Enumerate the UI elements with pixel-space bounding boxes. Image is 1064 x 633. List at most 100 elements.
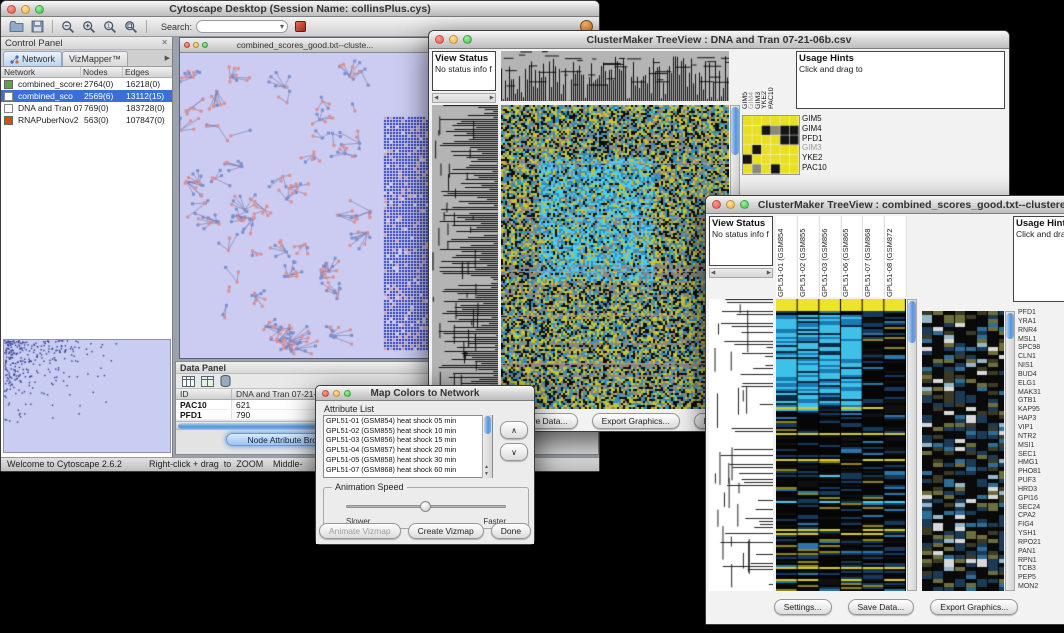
network-tree-row-selected[interactable]: combined_sco 2569(6) 13112(15): [1, 90, 172, 102]
dialog-buttons: Animate Vizmap Create Vizmap Done: [316, 523, 534, 539]
horizontal-scrollbar[interactable]: ◀ ▶: [432, 93, 496, 103]
close-button[interactable]: [322, 390, 329, 397]
treeview-button[interactable]: Export Graphics...: [592, 413, 680, 429]
save-session-icon[interactable]: [28, 19, 46, 35]
close-button[interactable]: [712, 200, 721, 209]
attribute-list-label: Attribute List: [324, 404, 374, 414]
attribute-item[interactable]: GPL51-02 (GSM855) heat shock 10 min: [324, 426, 481, 436]
close-button[interactable]: [435, 35, 444, 44]
minimize-button[interactable]: [333, 390, 340, 397]
treeview2-titlebar[interactable]: ClusterMaker TreeView : combined_scores_…: [706, 196, 1064, 214]
vizmapper-icon[interactable]: [295, 21, 306, 32]
close-icon[interactable]: ✕: [161, 38, 168, 47]
scroll-left-icon[interactable]: ◀: [711, 270, 715, 276]
scrollbar-thumb[interactable]: [731, 107, 739, 155]
network-tree-row[interactable]: RNAPuberNov2 563(0) 107847(0): [1, 114, 172, 126]
zoom-button[interactable]: [344, 390, 351, 397]
scroll-up-icon[interactable]: ▲: [484, 464, 489, 470]
slider-thumb[interactable]: [420, 501, 431, 512]
zoom-fit-icon[interactable]: [122, 19, 140, 35]
attribute-item[interactable]: GPL51-05 (GSM858) heat shock 30 min: [324, 455, 481, 465]
treeview-button[interactable]: Export Graphics...: [930, 599, 1018, 615]
vertical-scrollbar[interactable]: [1005, 311, 1015, 591]
treeview1-titlebar[interactable]: ClusterMaker TreeView : DNA and Tran 07-…: [429, 31, 1009, 49]
scroll-left-icon[interactable]: ◀: [434, 95, 438, 101]
attribute-matrix-icon[interactable]: [220, 375, 231, 387]
column-header[interactable]: ID: [176, 389, 232, 399]
network-tree-row[interactable]: combined_scores 2764(0) 16218(0): [1, 78, 172, 90]
network-view-window[interactable]: combined_scores_good.txt--cluste...: [179, 37, 431, 359]
column-dendrogram-canvas[interactable]: [501, 51, 729, 101]
minimize-button[interactable]: [193, 42, 199, 48]
create-attribute-icon[interactable]: [201, 376, 214, 387]
heatmap-canvas[interactable]: [501, 105, 729, 409]
row-dendrogram-canvas[interactable]: [432, 105, 498, 409]
array-column-label: GPL51-08 (GSM872: [885, 216, 907, 297]
attribute-item[interactable]: GPL51-07 (GSM868) heat shock 60 min: [324, 465, 481, 475]
network-tree-row[interactable]: DNA and Tran 07 769(0) 183728(0): [1, 102, 172, 114]
open-session-icon[interactable]: [7, 19, 25, 35]
select-attributes-icon[interactable]: [182, 376, 195, 387]
network-overview-thumbnail[interactable]: [3, 339, 171, 453]
search-box: Search: ▾: [161, 20, 288, 33]
zoom-button[interactable]: [740, 200, 749, 209]
gene-label: PUF3: [1018, 477, 1064, 486]
tab-network[interactable]: Network: [3, 51, 62, 66]
gene-label-list: PFD1YRA1RNR4MSL1SPC98CLN1NIS1BUD4ELG1MAK…: [1018, 309, 1064, 593]
tab-overflow-icon[interactable]: ▶: [165, 54, 170, 62]
column-header[interactable]: Nodes: [81, 67, 123, 77]
cytoscape-titlebar[interactable]: Cytoscape Desktop (Session Name: collins…: [1, 1, 599, 17]
minimize-button[interactable]: [449, 35, 458, 44]
scroll-right-icon[interactable]: ▶: [767, 270, 771, 276]
heatmap-canvas[interactable]: [776, 299, 906, 591]
zoom-button[interactable]: [202, 42, 208, 48]
attribute-item[interactable]: GPL51-01 (GSM854) heat shock 05 min: [324, 416, 481, 426]
secondary-heatmap-canvas[interactable]: [922, 311, 1004, 591]
network-view-canvas[interactable]: [180, 53, 430, 358]
attribute-item[interactable]: GPL51-03 (GSM856) heat shock 15 min: [324, 435, 481, 445]
zoom-in-icon[interactable]: [80, 19, 98, 35]
vertical-scrollbar[interactable]: ▲ ▼: [482, 415, 492, 478]
vertical-scrollbar[interactable]: [907, 299, 917, 591]
scrollbar-thumb[interactable]: [908, 301, 916, 343]
attribute-list[interactable]: GPL51-01 (GSM854) heat shock 05 minGPL51…: [323, 415, 493, 478]
cluster-thumbnail-heatmap[interactable]: [742, 115, 800, 175]
dialog-button[interactable]: Animate Vizmap: [319, 523, 401, 539]
scrollbar-thumb[interactable]: [1006, 313, 1014, 339]
dialog-titlebar[interactable]: Map Colors to Network: [316, 386, 534, 401]
scroll-right-icon[interactable]: ▶: [490, 95, 494, 101]
network-name: DNA and Tran 07: [15, 103, 82, 113]
horizontal-scrollbar[interactable]: ◀ ▶: [709, 268, 773, 278]
scrollbar-thumb[interactable]: [484, 416, 491, 434]
row-dendrogram-canvas[interactable]: [709, 299, 773, 591]
dialog-button[interactable]: Create Vizmap: [408, 523, 484, 539]
treeview-button[interactable]: Settings...: [774, 599, 832, 615]
column-header[interactable]: Network: [1, 67, 81, 77]
window-controls: [7, 5, 44, 14]
zoom-button[interactable]: [463, 35, 472, 44]
network-view-titlebar[interactable]: combined_scores_good.txt--cluste...: [180, 38, 430, 53]
scroll-down-icon[interactable]: ▼: [484, 471, 489, 477]
tab-vizmapper[interactable]: VizMapper™: [62, 51, 128, 66]
dialog-button[interactable]: Done: [491, 523, 531, 539]
minimize-button[interactable]: [726, 200, 735, 209]
gene-label: SEC1: [1018, 451, 1064, 460]
move-down-button[interactable]: ∨: [500, 443, 528, 461]
zoom-out-icon[interactable]: [59, 19, 77, 35]
attribute-item[interactable]: GPL51-04 (GSM857) heat shock 20 min: [324, 445, 481, 455]
view-status-title: View Status: [435, 53, 493, 64]
close-button[interactable]: [184, 42, 190, 48]
network-nodes: 2569(6): [82, 91, 124, 101]
close-button[interactable]: [7, 5, 16, 14]
chevron-down-icon[interactable]: ▾: [280, 21, 284, 33]
view-status-panel: View Status No status info f: [432, 51, 496, 91]
gene-label: YRA1: [1018, 318, 1064, 327]
search-input[interactable]: ▾: [196, 20, 288, 33]
zoom-button[interactable]: [35, 5, 44, 14]
animation-speed-slider[interactable]: [346, 501, 506, 511]
column-header[interactable]: Edges: [123, 67, 172, 77]
minimize-button[interactable]: [21, 5, 30, 14]
treeview-button[interactable]: Save Data...: [848, 599, 915, 615]
zoom-selected-icon[interactable]: 1: [101, 19, 119, 35]
move-up-button[interactable]: ∧: [500, 421, 528, 439]
